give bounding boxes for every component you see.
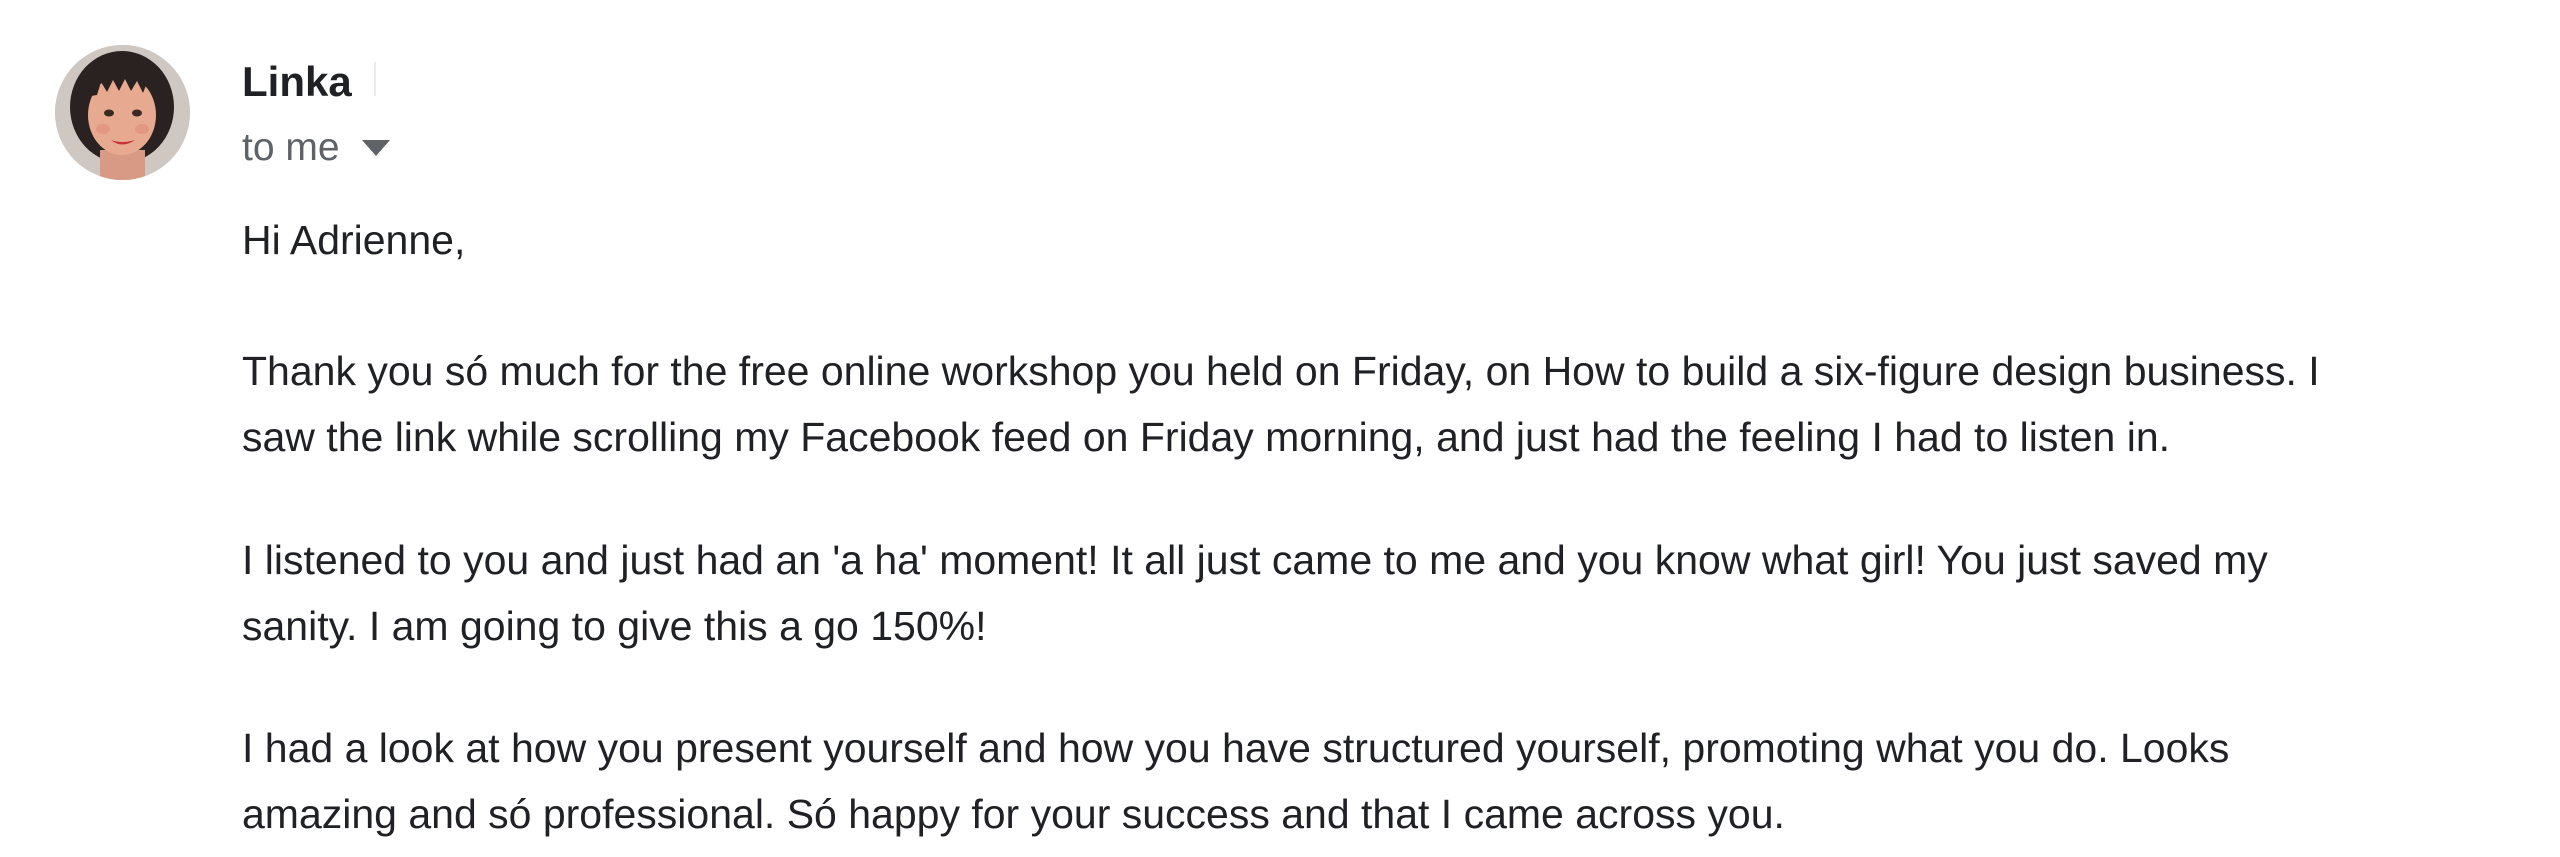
paragraph-line: I had a look at how you present yourself…: [242, 725, 2230, 771]
paragraph-line: amazing and só professional. Só happy fo…: [242, 791, 1785, 837]
email-paragraph: Thank you só much for the free online wo…: [242, 338, 2522, 470]
email-paragraph: I listened to you and just had an 'a ha'…: [242, 527, 2522, 659]
sender-name[interactable]: Linka: [242, 54, 352, 110]
recipient-label: to me: [242, 126, 340, 169]
email-paragraph: I had a look at how you present yourself…: [242, 715, 2522, 847]
paragraph-line: saw the link while scrolling my Facebook…: [242, 414, 2171, 460]
recipient-details-toggle[interactable]: to me: [242, 120, 390, 176]
paragraph-line: sanity. I am going to give this a go 150…: [242, 603, 987, 649]
paragraph-line: I listened to you and just had an 'a ha'…: [242, 537, 2268, 583]
user-photo-icon: [55, 45, 190, 180]
email-greeting: Hi Adrienne,: [242, 217, 466, 263]
paragraph-line: Thank you só much for the free online wo…: [242, 348, 2320, 394]
name-separator: [374, 62, 376, 96]
sender-avatar[interactable]: [55, 45, 190, 180]
caret-down-icon[interactable]: [361, 140, 390, 156]
